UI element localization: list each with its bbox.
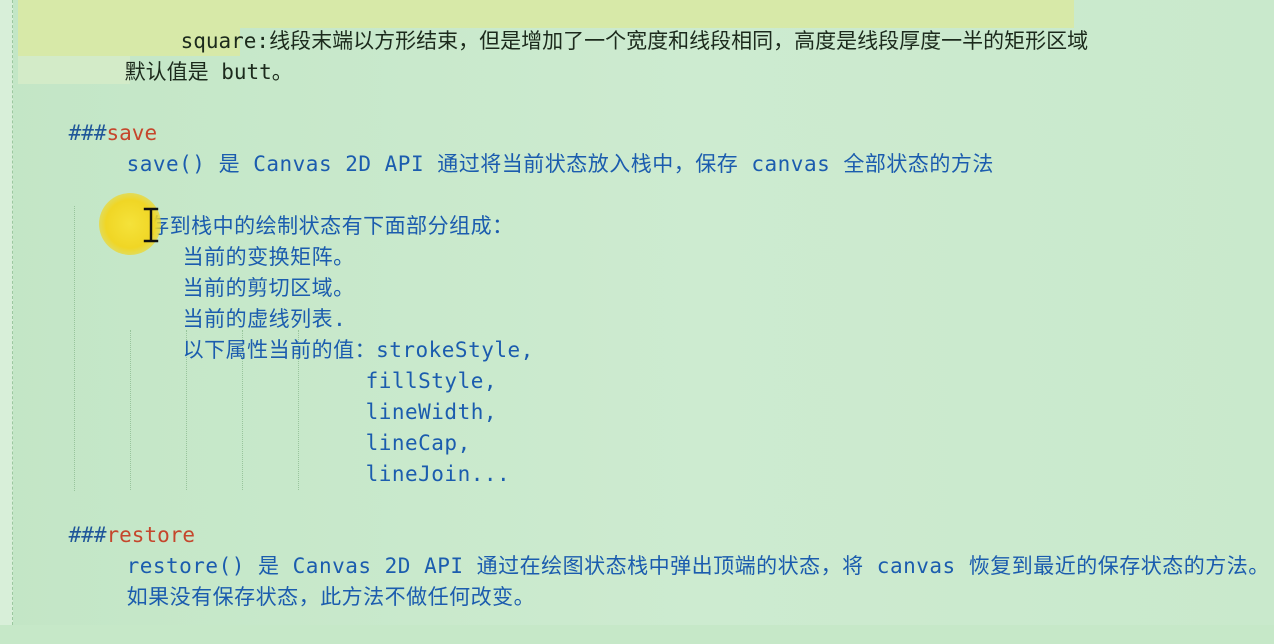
default-value-text: 默认值是 butt。: [124, 60, 293, 84]
code-line: restore() 是 Canvas 2D API 通过在绘图状态栈中弹出顶端的…: [74, 520, 1270, 578]
property-item: lineJoin...: [313, 428, 510, 486]
section-heading-restore: ###restore: [18, 489, 195, 547]
save-description: save() 是 Canvas 2D API 通过将当前状态放入栈中，保存 ca…: [126, 152, 994, 176]
property-item: lineCap,: [313, 397, 471, 455]
prop-linejoin: lineJoin...: [365, 462, 511, 486]
list-item: 以下属性当前的值：strokeStyle,: [130, 304, 534, 362]
section-heading-save: ###save: [18, 87, 158, 145]
code-line: 默认值是 butt。: [74, 26, 293, 84]
markdown-editor[interactable]: square:线段末端以方形结束，但是增加了一个宽度和线段相同，高度是线段厚度一…: [0, 0, 1274, 625]
list-item: 当前的虚线列表.: [130, 273, 346, 331]
code-line: 如果没有保存状态，此方法不做任何改变。: [74, 551, 535, 609]
editor-gutter: [0, 0, 13, 625]
square-description: square:线段末端以方形结束，但是增加了一个宽度和线段相同，高度是线段厚度一…: [180, 29, 1089, 53]
list-item: 当前的变换矩阵。: [130, 211, 355, 269]
list-item: 当前的剪切区域。: [130, 242, 355, 300]
property-item: fillStyle,: [313, 335, 497, 393]
code-line: save() 是 Canvas 2D API 通过将当前状态放入栈中，保存 ca…: [74, 118, 994, 176]
i-beam-cursor-icon: [143, 207, 159, 243]
code-line: square:线段末端以方形结束，但是增加了一个宽度和线段相同，高度是线段厚度一…: [130, 0, 1089, 53]
restore-note: 如果没有保存状态，此方法不做任何改变。: [126, 585, 536, 609]
property-item: lineWidth,: [313, 366, 497, 424]
